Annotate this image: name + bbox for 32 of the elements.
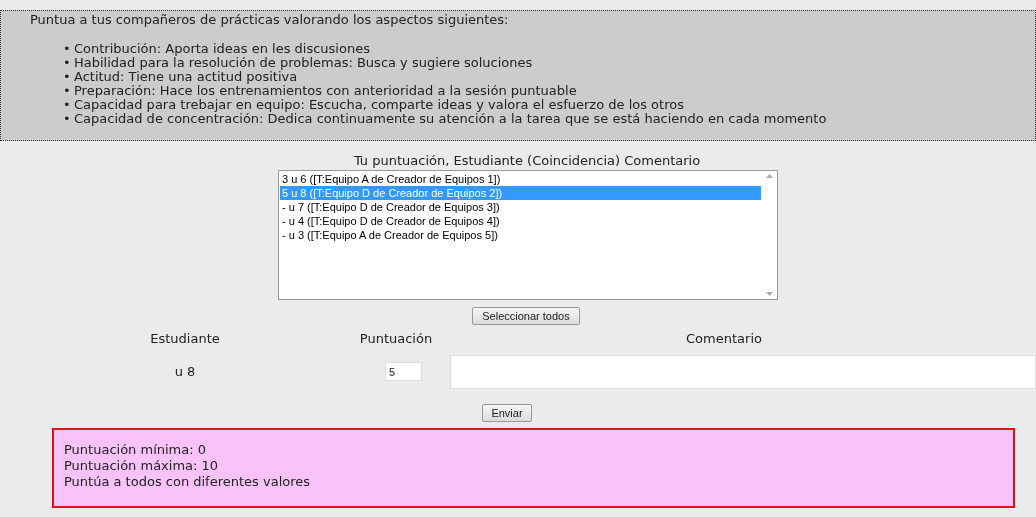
column-header: Puntuación [358, 330, 434, 348]
list-title: Tu puntuación, Estudiante (Coincidencia) Comentario [353, 153, 701, 169]
scroll-down-icon[interactable] [765, 292, 773, 296]
notice-text: Puntuación mínima: 0 [64, 441, 208, 458]
criterion-text: Habilidad para la resolución de problemas: Busca y sugiere soluciones [74, 56, 533, 70]
list-option[interactable]: - u 4 ([T:Equipo D de Creador de Equipos 4]) [280, 214, 761, 228]
submit-button[interactable]: Enviar [482, 403, 532, 422]
students-listbox[interactable] [278, 170, 778, 300]
list-option[interactable]: - u 3 ([T:Equipo A de Creador de Equipos 5]) [280, 228, 761, 242]
criterion-text: Capacidad de concentración: Dedica continuamente su atención a la tarea que se está haciendo en cada momento [74, 112, 827, 126]
criterion-text: Capacidad para trebajar en equipo: Escucha, comparte ideas y valora el esfuerzo de los otros [74, 98, 684, 112]
bullet-icon: • [63, 70, 74, 84]
notice-text: Puntúa a todos con diferentes valores [64, 473, 312, 490]
list-option[interactable]: - u 7 ([T:Equipo D de Creador de Equipos 3]) [280, 200, 761, 214]
bullet-icon: • [63, 42, 74, 56]
bullet-icon: • [63, 84, 74, 98]
select-all-button[interactable]: Seleccionar todos [472, 307, 580, 325]
notice-text: Puntuación máxima: 10 [64, 457, 220, 474]
scroll-up-icon[interactable] [765, 174, 773, 178]
list-option[interactable]: 3 u 6 ([T:Equipo A de Creador de Equipos 1]) [280, 172, 761, 186]
criterion-text: Contribución: Aporta ideas en les discusiones [74, 42, 370, 56]
column-header: Estudiante [149, 330, 221, 348]
criterion-text: Actitud: Tiene una actitud positiva [74, 70, 298, 84]
column-header: Comentario [685, 330, 763, 348]
bullet-icon: • [63, 112, 74, 126]
criterion-text: Preparación: Hace los entrenamientos con anterioridad a la sesión puntuable [74, 84, 577, 98]
student-name: u 8 [173, 362, 197, 381]
comment-input[interactable] [450, 354, 1036, 389]
instructions-intro: Puntua a tus compañeros de prácticas valorando los aspectos siguientes: [30, 12, 510, 28]
score-input[interactable]: 5 [385, 362, 422, 381]
bullet-icon: • [63, 98, 74, 112]
bullet-icon: • [63, 56, 74, 70]
